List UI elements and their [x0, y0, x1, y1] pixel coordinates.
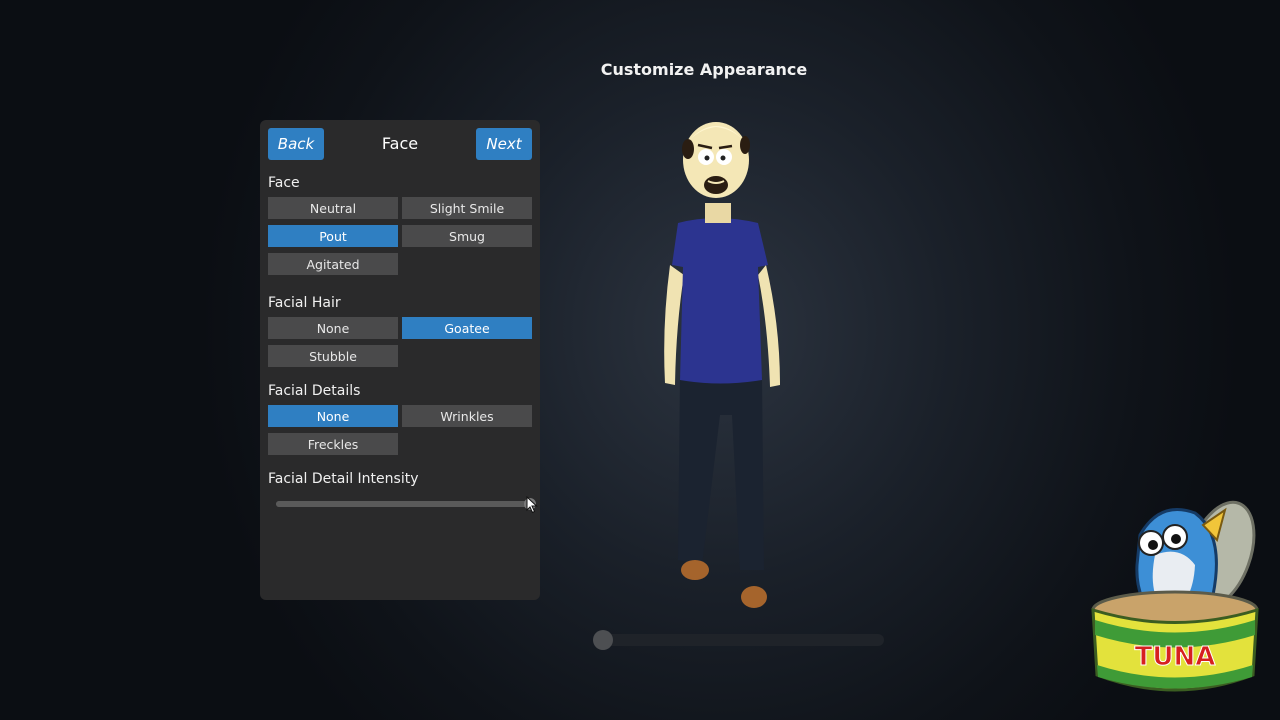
back-button[interactable]: Back	[268, 128, 324, 160]
logo-text: TUNA	[1135, 642, 1216, 672]
intensity-slider-fill	[276, 501, 530, 507]
facial-hair-option-none[interactable]: None	[268, 317, 398, 339]
facial-details-option-freckles[interactable]: Freckles	[268, 433, 398, 455]
face-option-neutral[interactable]: Neutral	[268, 197, 398, 219]
rotation-slider-handle[interactable]	[592, 630, 613, 650]
panel-title: Face	[381, 134, 419, 153]
facial-hair-option-stubble[interactable]: Stubble	[268, 345, 398, 367]
face-option-slight-smile[interactable]: Slight Smile	[402, 197, 532, 219]
intensity-slider-label: Facial Detail Intensity	[268, 471, 419, 487]
screen-title: Customize Appearance	[600, 60, 808, 79]
character-rotation-slider[interactable]	[592, 630, 884, 650]
facial-hair-section-label: Facial Hair	[268, 295, 341, 311]
tuna-logo: TUNA	[1091, 500, 1259, 692]
intensity-slider[interactable]	[276, 498, 536, 510]
facial-details-section-label: Facial Details	[268, 383, 361, 399]
next-button[interactable]: Next	[476, 128, 532, 160]
face-option-pout[interactable]: Pout	[268, 225, 398, 247]
face-customization-panel: Back Face Next Face Neutral Slight Smile…	[260, 120, 540, 600]
face-option-smug[interactable]: Smug	[402, 225, 532, 247]
facial-hair-option-goatee[interactable]: Goatee	[402, 317, 532, 339]
face-section-label: Face	[268, 175, 300, 191]
character-preview	[664, 122, 780, 608]
mouse-cursor-icon	[526, 496, 538, 514]
facial-details-option-none[interactable]: None	[268, 405, 398, 427]
face-option-agitated[interactable]: Agitated	[268, 253, 398, 275]
facial-details-option-wrinkles[interactable]: Wrinkles	[402, 405, 532, 427]
